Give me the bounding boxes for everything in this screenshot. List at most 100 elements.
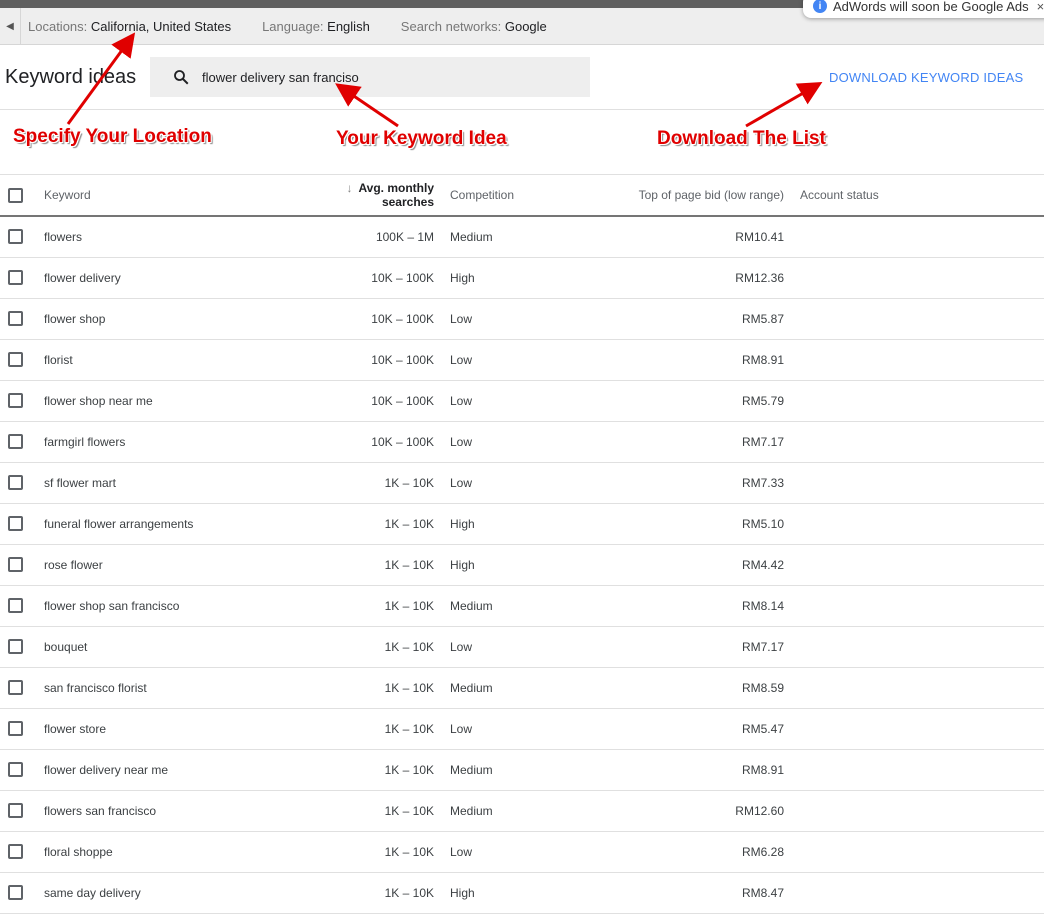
table-row[interactable]: farmgirl flowers 10K – 100K Low RM7.17 <box>0 421 1044 463</box>
cell-top-bid-low: RM4.42 <box>582 544 792 586</box>
cell-top-bid-low: RM5.47 <box>582 708 792 750</box>
table-row[interactable]: flower shop near me 10K – 100K Low RM5.7… <box>0 380 1044 422</box>
cell-account-status <box>792 503 1044 545</box>
cell-account-status <box>792 462 1044 504</box>
sort-arrow-down-icon: ↓ <box>346 181 353 195</box>
row-checkbox[interactable] <box>8 680 23 696</box>
cell-keyword: rose flower <box>44 544 294 586</box>
cell-competition: High <box>442 544 582 586</box>
table-row[interactable]: florist 10K – 100K Low RM8.91 <box>0 339 1044 381</box>
cell-account-status <box>792 298 1044 340</box>
column-competition[interactable]: Competition <box>442 175 582 217</box>
cell-top-bid-low: RM8.14 <box>582 585 792 627</box>
cell-competition: Low <box>442 339 582 381</box>
table-row[interactable]: flower store 1K – 10K Low RM5.47 <box>0 708 1044 750</box>
cell-avg-searches: 10K – 100K <box>294 298 442 340</box>
table-header-row: Keyword ↓ Avg. monthly searches Competiti… <box>0 175 1044 217</box>
cell-competition: Low <box>442 298 582 340</box>
column-top-bid-low[interactable]: Top of page bid (low range) <box>582 175 792 217</box>
annotation-arrows <box>66 32 823 128</box>
cell-keyword: flowers san francisco <box>44 790 294 832</box>
cell-top-bid-low: RM12.36 <box>582 257 792 299</box>
cell-top-bid-low: RM8.59 <box>582 667 792 709</box>
table-row[interactable]: flower delivery 10K – 100K High RM12.36 <box>0 257 1044 299</box>
cell-avg-searches: 1K – 10K <box>294 831 442 873</box>
cell-keyword: floral shoppe <box>44 831 294 873</box>
row-checkbox[interactable] <box>8 721 23 737</box>
table-row[interactable]: flowers 100K – 1M Medium RM10.41 <box>0 216 1044 258</box>
cell-account-status <box>792 257 1044 299</box>
cell-avg-searches: 1K – 10K <box>294 626 442 668</box>
cell-keyword: san francisco florist <box>44 667 294 709</box>
table-row[interactable]: sf flower mart 1K – 10K Low RM7.33 <box>0 462 1044 504</box>
table-row[interactable]: flower delivery near me 1K – 10K Medium … <box>0 749 1044 791</box>
cell-top-bid-low: RM6.28 <box>582 831 792 873</box>
cell-account-status <box>792 380 1044 422</box>
cell-keyword: funeral flower arrangements <box>44 503 294 545</box>
table-row[interactable]: rose flower 1K – 10K High RM4.42 <box>0 544 1044 586</box>
row-checkbox[interactable] <box>8 393 23 409</box>
cell-avg-searches: 1K – 10K <box>294 749 442 791</box>
column-keyword[interactable]: Keyword <box>44 175 294 217</box>
table-row[interactable]: funeral flower arrangements 1K – 10K Hig… <box>0 503 1044 545</box>
cell-avg-searches: 1K – 10K <box>294 585 442 627</box>
cell-avg-searches: 10K – 100K <box>294 339 442 381</box>
cell-top-bid-low: RM8.91 <box>582 339 792 381</box>
row-checkbox[interactable] <box>8 229 23 245</box>
cell-keyword: farmgirl flowers <box>44 421 294 463</box>
row-checkbox[interactable] <box>8 639 23 655</box>
cell-competition: High <box>442 257 582 299</box>
cell-top-bid-low: RM7.17 <box>582 626 792 668</box>
cell-keyword: bouquet <box>44 626 294 668</box>
cell-competition: Medium <box>442 585 582 627</box>
row-checkbox[interactable] <box>8 557 23 573</box>
row-checkbox[interactable] <box>8 516 23 532</box>
cell-account-status <box>792 708 1044 750</box>
cell-top-bid-low: RM5.79 <box>582 380 792 422</box>
cell-keyword: florist <box>44 339 294 381</box>
cell-keyword: flowers <box>44 216 294 258</box>
table-row[interactable]: floral shoppe 1K – 10K Low RM6.28 <box>0 831 1044 873</box>
row-checkbox[interactable] <box>8 598 23 614</box>
cell-competition: Medium <box>442 749 582 791</box>
row-checkbox[interactable] <box>8 885 23 901</box>
row-checkbox[interactable] <box>8 844 23 860</box>
cell-avg-searches: 10K – 100K <box>294 421 442 463</box>
row-checkbox[interactable] <box>8 803 23 819</box>
row-checkbox[interactable] <box>8 352 23 368</box>
cell-account-status <box>792 749 1044 791</box>
cell-competition: Medium <box>442 216 582 258</box>
table-row[interactable]: flower shop 10K – 100K Low RM5.87 <box>0 298 1044 340</box>
cell-top-bid-low: RM12.60 <box>582 790 792 832</box>
cell-account-status <box>792 626 1044 668</box>
table-row[interactable]: flower shop san francisco 1K – 10K Mediu… <box>0 585 1044 627</box>
arrow-download <box>745 82 823 128</box>
cell-account-status <box>792 667 1044 709</box>
cell-keyword: flower shop near me <box>44 380 294 422</box>
cell-avg-searches: 10K – 100K <box>294 257 442 299</box>
cell-account-status <box>792 339 1044 381</box>
table-row[interactable]: flowers san francisco 1K – 10K Medium RM… <box>0 790 1044 832</box>
cell-competition: Low <box>442 462 582 504</box>
row-checkbox[interactable] <box>8 475 23 491</box>
row-checkbox[interactable] <box>8 434 23 450</box>
cell-top-bid-low: RM8.91 <box>582 749 792 791</box>
row-checkbox[interactable] <box>8 270 23 286</box>
cell-competition: Medium <box>442 790 582 832</box>
cell-competition: Low <box>442 421 582 463</box>
cell-top-bid-low: RM5.10 <box>582 503 792 545</box>
row-checkbox[interactable] <box>8 311 23 327</box>
cell-competition: Low <box>442 708 582 750</box>
select-all-checkbox[interactable] <box>8 187 23 203</box>
table-row[interactable]: san francisco florist 1K – 10K Medium RM… <box>0 667 1044 709</box>
row-checkbox[interactable] <box>8 762 23 778</box>
table-row[interactable]: bouquet 1K – 10K Low RM7.17 <box>0 626 1044 668</box>
cell-competition: Low <box>442 380 582 422</box>
arrow-location <box>66 32 136 125</box>
cell-top-bid-low: RM7.33 <box>582 462 792 504</box>
keyword-table: Keyword ↓ Avg. monthly searches Competiti… <box>0 175 1044 914</box>
column-account-status[interactable]: Account status <box>792 175 1044 217</box>
cell-avg-searches: 100K – 1M <box>294 216 442 258</box>
cell-top-bid-low: RM7.17 <box>582 421 792 463</box>
column-avg-monthly-searches[interactable]: ↓ Avg. monthly searches <box>294 175 442 217</box>
